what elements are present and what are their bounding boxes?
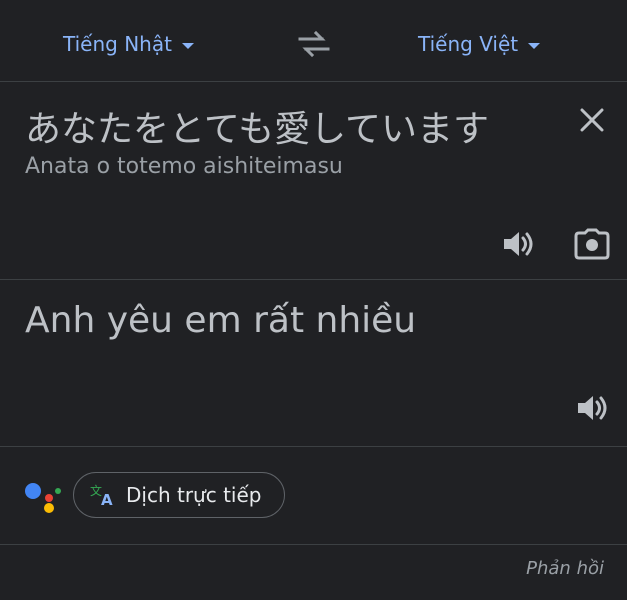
swap-arrows-icon bbox=[298, 30, 330, 58]
chevron-down-icon bbox=[181, 43, 194, 49]
clear-text-button[interactable] bbox=[576, 104, 608, 136]
translated-text: Anh yêu em rất nhiều bbox=[25, 300, 417, 341]
feedback-link[interactable]: Phản hồi bbox=[526, 558, 604, 579]
swap-languages-button[interactable] bbox=[298, 30, 330, 58]
listen-source-button[interactable] bbox=[500, 228, 536, 260]
svg-text:A: A bbox=[101, 491, 113, 507]
source-text[interactable]: あなたをとても愛しています bbox=[25, 100, 489, 152]
live-translate-chip[interactable]: 文 A Dịch trực tiếp bbox=[73, 472, 285, 518]
camera-icon bbox=[574, 228, 610, 260]
google-assistant-icon bbox=[25, 483, 61, 513]
source-text-pane[interactable]: あなたをとても愛しています Anata o totemo aishiteimas… bbox=[0, 82, 627, 280]
assistant-button[interactable] bbox=[22, 479, 62, 515]
language-bar: Tiếng Nhật Tiếng Việt bbox=[0, 0, 627, 82]
target-language-selector[interactable]: Tiếng Việt bbox=[418, 32, 541, 56]
listen-translation-button[interactable] bbox=[574, 392, 610, 424]
close-icon bbox=[580, 108, 604, 132]
speaker-icon bbox=[578, 396, 607, 420]
romanization-text: Anata o totemo aishiteimasu bbox=[25, 154, 343, 179]
camera-button[interactable] bbox=[574, 228, 610, 260]
target-language-label: Tiếng Việt bbox=[418, 32, 519, 56]
assistant-row: 文 A Dịch trực tiếp bbox=[0, 447, 627, 545]
live-translate-label: Dịch trực tiếp bbox=[126, 483, 262, 507]
translation-pane: Anh yêu em rất nhiều bbox=[0, 280, 627, 447]
speaker-icon bbox=[504, 232, 533, 256]
chevron-down-icon bbox=[528, 43, 541, 49]
translate-icon: 文 A bbox=[90, 483, 113, 507]
source-language-label: Tiếng Nhật bbox=[63, 32, 172, 56]
source-language-selector[interactable]: Tiếng Nhật bbox=[63, 32, 194, 56]
